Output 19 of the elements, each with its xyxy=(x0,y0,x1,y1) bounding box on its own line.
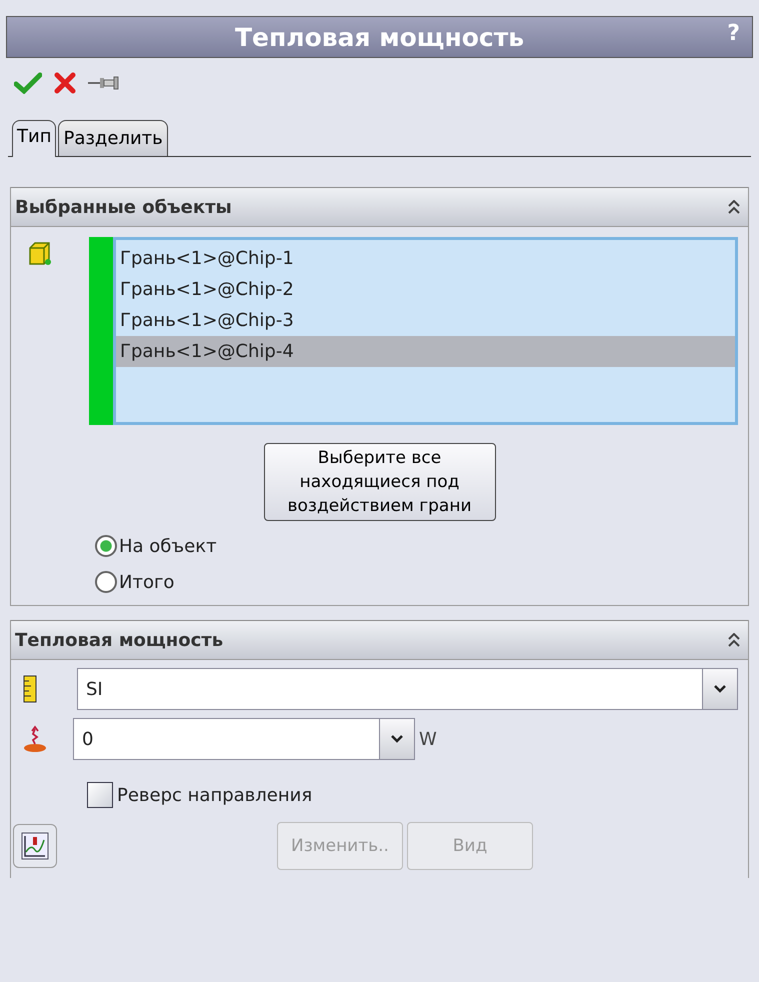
section-title: Тепловая мощность xyxy=(15,630,224,650)
section-header[interactable]: Выбранные объекты xyxy=(11,187,748,227)
unit-label: W xyxy=(419,728,437,750)
unit-system-dropdown[interactable]: SI xyxy=(77,668,738,710)
radio-label: Итого xyxy=(119,572,174,592)
select-faces-button[interactable]: Выберите все находящиеся под воздействием грани xyxy=(264,443,496,521)
tab[interactable]: Тип xyxy=(12,120,56,157)
radio-label: На объект xyxy=(119,536,217,556)
section-title: Выбранные объекты xyxy=(15,196,232,218)
list-item[interactable]: Грань<1>@Chip-1 xyxy=(116,243,735,274)
list-item[interactable]: Грань<1>@Chip-3 xyxy=(116,305,735,336)
heat-power-field[interactable]: 0 xyxy=(73,718,415,760)
checkbox-label: Реверс направления xyxy=(117,784,312,806)
tab[interactable]: Разделить xyxy=(58,120,168,156)
section-header[interactable]: Тепловая мощность xyxy=(11,620,748,660)
selection-list[interactable]: Грань<1>@Chip-1 Грань<1>@Chip-2 Грань<1>@Chip-3 Грань<1>@Chip-4 xyxy=(113,237,738,425)
list-item[interactable]: Грань<1>@Chip-2 xyxy=(116,274,735,305)
list-item[interactable]: Грань<1>@Chip-4 xyxy=(116,336,735,367)
window-title: Тепловая мощность xyxy=(234,22,524,52)
